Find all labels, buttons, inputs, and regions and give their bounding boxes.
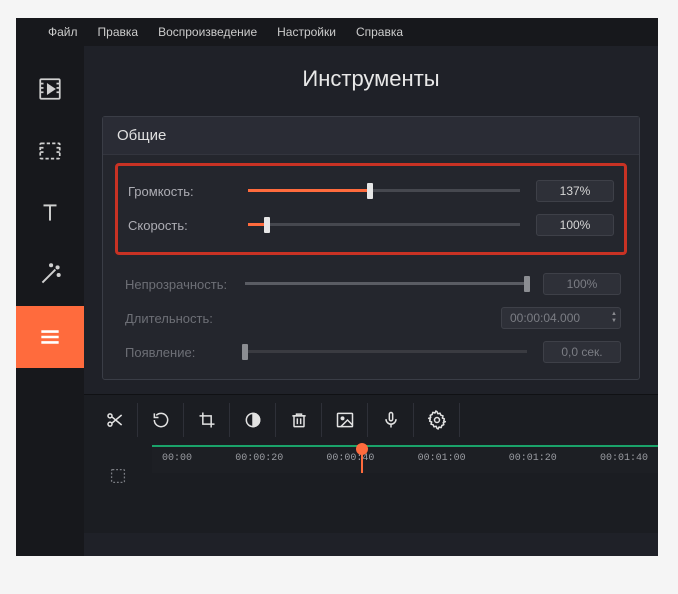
crop-icon <box>197 410 217 430</box>
gear-icon <box>427 410 447 430</box>
sidebar <box>16 46 84 556</box>
magic-wand-icon <box>37 262 63 288</box>
settings-button[interactable] <box>414 403 460 437</box>
row-opacity: Непрозрачность: 100% <box>125 267 621 301</box>
app-window: Файл Правка Воспроизведение Настройки Сп… <box>16 18 658 556</box>
slider-opacity[interactable] <box>245 276 527 292</box>
ruler-tick: 00:00:40 <box>326 453 374 464</box>
text-icon <box>37 200 63 226</box>
row-speed: Скорость: 100% <box>128 208 614 242</box>
label-speed: Скорость: <box>128 218 238 233</box>
sidebar-text-tab[interactable] <box>16 182 84 244</box>
value-speed[interactable]: 100% <box>536 214 614 236</box>
ruler-tick: 00:00 <box>162 453 192 464</box>
sidebar-media-tab[interactable] <box>16 58 84 120</box>
film-icon <box>37 76 63 102</box>
timeline-track[interactable] <box>152 473 658 533</box>
crop-button[interactable] <box>184 403 230 437</box>
rotate-button[interactable] <box>138 403 184 437</box>
rotate-icon <box>151 410 171 430</box>
chevron-up-icon[interactable]: ▲ <box>611 311 617 318</box>
slider-volume[interactable] <box>248 183 520 199</box>
highlighted-props: Громкость: 137% Скорость: <box>115 163 627 255</box>
label-duration: Длительность: <box>125 311 235 326</box>
track-header[interactable] <box>84 445 152 507</box>
sidebar-crop-tab[interactable] <box>16 120 84 182</box>
value-duration[interactable]: 00:00:04.000 ▲ ▼ <box>501 307 621 329</box>
sidebar-magic-tab[interactable] <box>16 244 84 306</box>
slider-appearance[interactable] <box>245 344 527 360</box>
chip-icon <box>105 465 131 487</box>
main-panel: Инструменты Общие Громкость: 137% <box>84 46 658 556</box>
value-opacity[interactable]: 100% <box>543 273 621 295</box>
panel-title: Инструменты <box>84 46 658 116</box>
properties-box: Общие Громкость: 137% Скорость: <box>102 116 640 380</box>
row-appearance: Появление: 0,0 сек. <box>125 335 621 369</box>
value-volume[interactable]: 137% <box>536 180 614 202</box>
row-volume: Громкость: 137% <box>128 174 614 208</box>
menu-lines-icon <box>37 324 63 350</box>
ruler-tick: 00:01:20 <box>509 453 557 464</box>
row-duration: Длительность: 00:00:04.000 ▲ ▼ <box>125 301 621 335</box>
menu-file[interactable]: Файл <box>38 21 88 43</box>
duration-stepper[interactable]: ▲ ▼ <box>611 311 617 325</box>
ruler-tick: 00:01:00 <box>418 453 466 464</box>
value-appearance[interactable]: 0,0 сек. <box>543 341 621 363</box>
image-icon <box>335 410 355 430</box>
sidebar-tools-tab[interactable] <box>16 306 84 368</box>
label-volume: Громкость: <box>128 184 238 199</box>
film-crop-icon <box>37 138 63 164</box>
label-appearance: Появление: <box>125 345 235 360</box>
ruler-tick: 00:01:40 <box>600 453 648 464</box>
contrast-button[interactable] <box>230 403 276 437</box>
label-opacity: Непрозрачность: <box>125 277 235 292</box>
menubar: Файл Правка Воспроизведение Настройки Сп… <box>16 18 658 46</box>
timeline-ruler[interactable]: 00:00 00:00:20 00:00:40 00:01:00 00:01:2… <box>152 445 658 473</box>
cut-button[interactable] <box>92 403 138 437</box>
menu-playback[interactable]: Воспроизведение <box>148 21 267 43</box>
toolbar <box>84 395 658 445</box>
ruler-tick: 00:00:20 <box>235 453 283 464</box>
slider-speed[interactable] <box>248 217 520 233</box>
trash-icon <box>289 410 309 430</box>
contrast-icon <box>243 410 263 430</box>
menu-settings[interactable]: Настройки <box>267 21 346 43</box>
menu-help[interactable]: Справка <box>346 21 413 43</box>
menu-edit[interactable]: Правка <box>88 21 149 43</box>
delete-button[interactable] <box>276 403 322 437</box>
scissors-icon <box>105 410 125 430</box>
voiceover-button[interactable] <box>368 403 414 437</box>
mic-icon <box>381 410 401 430</box>
section-general-header: Общие <box>103 117 639 155</box>
picture-button[interactable] <box>322 403 368 437</box>
chevron-down-icon[interactable]: ▼ <box>611 318 617 325</box>
